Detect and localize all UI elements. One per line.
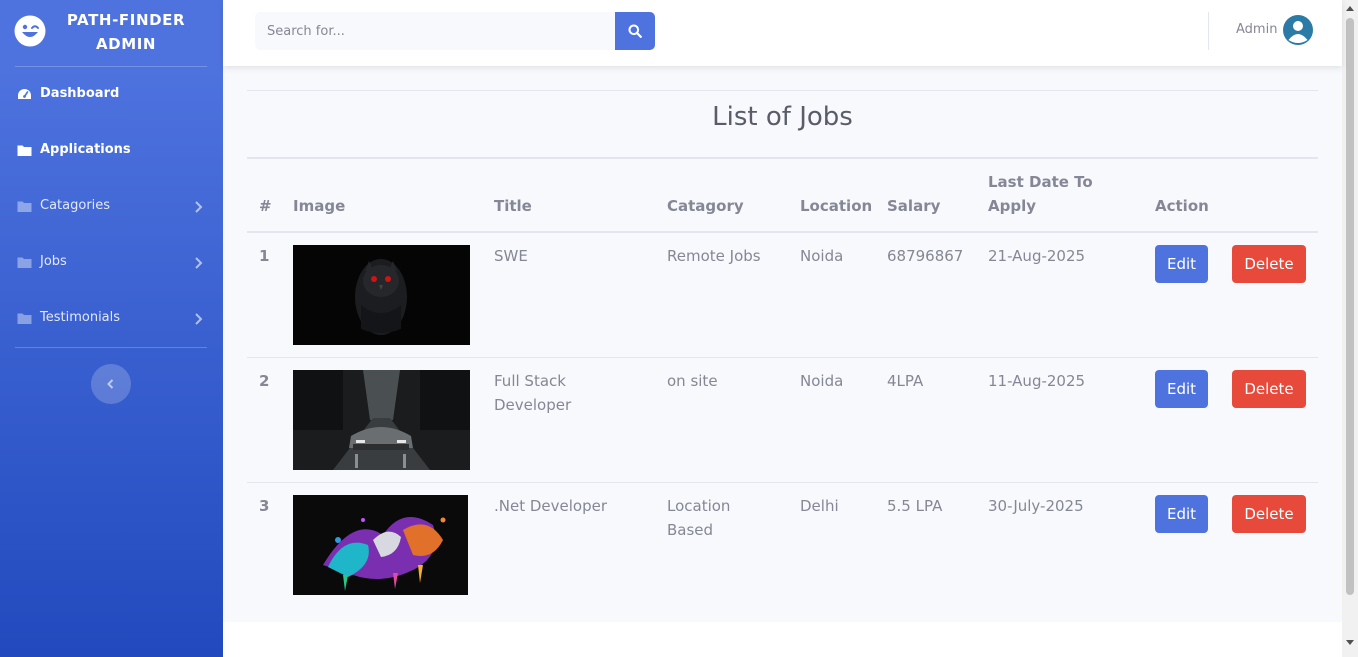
job-image xyxy=(293,370,470,470)
job-salary: 68796867 xyxy=(887,247,964,265)
sidebar-item-applications[interactable]: Applications xyxy=(0,123,223,179)
folder-icon xyxy=(17,313,32,324)
laugh-wink-icon xyxy=(14,15,46,47)
table-header: Title xyxy=(494,197,532,215)
footer-area xyxy=(223,622,1342,657)
table-header: Catagory xyxy=(667,197,744,215)
sidebar-item-catagories[interactable]: Catagories xyxy=(0,179,223,235)
job-category: Location Based xyxy=(667,497,731,539)
sidebar: PATH-FINDER ADMIN Dashboard Applications… xyxy=(0,0,223,657)
chevron-left-icon xyxy=(107,379,114,389)
folder-icon xyxy=(17,257,32,268)
folder-icon xyxy=(17,145,32,156)
row-divider xyxy=(247,357,1318,358)
row-number: 2 xyxy=(259,372,270,390)
search-icon xyxy=(628,24,642,38)
table-header: Salary xyxy=(887,197,941,215)
job-image xyxy=(293,245,470,345)
scroll-down-arrow-icon[interactable] xyxy=(1346,640,1354,646)
job-last-date: 11-Aug-2025 xyxy=(988,372,1086,390)
sidebar-item-label: Jobs xyxy=(40,254,67,269)
search-input[interactable] xyxy=(255,12,615,50)
folder-icon xyxy=(17,201,32,212)
main-content: List of Jobs # Image Title Catagory Loca… xyxy=(223,66,1342,622)
job-location: Noida xyxy=(800,247,844,265)
job-image xyxy=(293,495,468,595)
sidebar-item-label: Applications xyxy=(40,142,131,157)
job-location: Delhi xyxy=(800,497,839,515)
table-header-border xyxy=(247,231,1318,233)
delete-button[interactable]: Delete xyxy=(1232,495,1306,533)
table-header: Action xyxy=(1155,197,1209,215)
title-divider xyxy=(247,157,1318,159)
chevron-right-icon xyxy=(195,257,203,269)
job-last-date: 30-July-2025 xyxy=(988,497,1084,515)
edit-button[interactable]: Edit xyxy=(1155,370,1208,408)
scroll-up-arrow-icon[interactable] xyxy=(1346,5,1354,11)
user-name[interactable]: Admin xyxy=(1236,22,1277,37)
job-title: SWE xyxy=(494,247,528,265)
sidebar-item-dashboard[interactable]: Dashboard xyxy=(0,67,223,123)
sidebar-item-label: Dashboard xyxy=(40,86,120,101)
user-avatar-icon[interactable] xyxy=(1283,15,1313,45)
table-header: Location xyxy=(800,197,873,215)
job-title: .Net Developer xyxy=(494,497,608,515)
tachometer-icon xyxy=(18,89,31,99)
sidebar-item-label: Catagories xyxy=(40,198,111,213)
job-category: Remote Jobs xyxy=(667,247,761,265)
topbar-divider xyxy=(1208,12,1209,50)
edit-button[interactable]: Edit xyxy=(1155,245,1208,283)
row-number: 3 xyxy=(259,497,270,515)
topbar: Admin xyxy=(223,0,1342,66)
page-title: List of Jobs xyxy=(712,102,853,132)
search-button[interactable] xyxy=(615,12,655,50)
title-divider xyxy=(247,90,1318,91)
delete-button[interactable]: Delete xyxy=(1232,245,1306,283)
job-title: Full Stack Developer xyxy=(494,372,572,414)
delete-button[interactable]: Delete xyxy=(1232,370,1306,408)
chevron-right-icon xyxy=(195,313,203,325)
chevron-right-icon xyxy=(195,201,203,213)
sidebar-brand[interactable]: PATH-FINDER ADMIN xyxy=(0,0,223,66)
table-header: Last Date To Apply xyxy=(988,173,1093,215)
table-header: Image xyxy=(293,197,346,215)
row-divider xyxy=(247,482,1318,483)
table-header: # xyxy=(259,197,272,215)
sidebar-divider xyxy=(15,347,207,348)
job-location: Noida xyxy=(800,372,844,390)
job-salary: 4LPA xyxy=(887,372,924,390)
page-scrollbar[interactable] xyxy=(1342,0,1358,657)
sidebar-item-label: Testimonials xyxy=(40,310,121,325)
job-salary: 5.5 LPA xyxy=(887,497,943,515)
edit-button[interactable]: Edit xyxy=(1155,495,1208,533)
job-category: on site xyxy=(667,372,718,390)
sidebar-toggle-button[interactable] xyxy=(91,364,131,404)
row-number: 1 xyxy=(259,247,270,265)
brand-name: PATH-FINDER ADMIN xyxy=(66,11,186,53)
job-last-date: 21-Aug-2025 xyxy=(988,247,1086,265)
sidebar-item-jobs[interactable]: Jobs xyxy=(0,235,223,291)
scrollbar-thumb[interactable] xyxy=(1346,18,1354,595)
sidebar-item-testimonials[interactable]: Testimonials xyxy=(0,291,223,347)
